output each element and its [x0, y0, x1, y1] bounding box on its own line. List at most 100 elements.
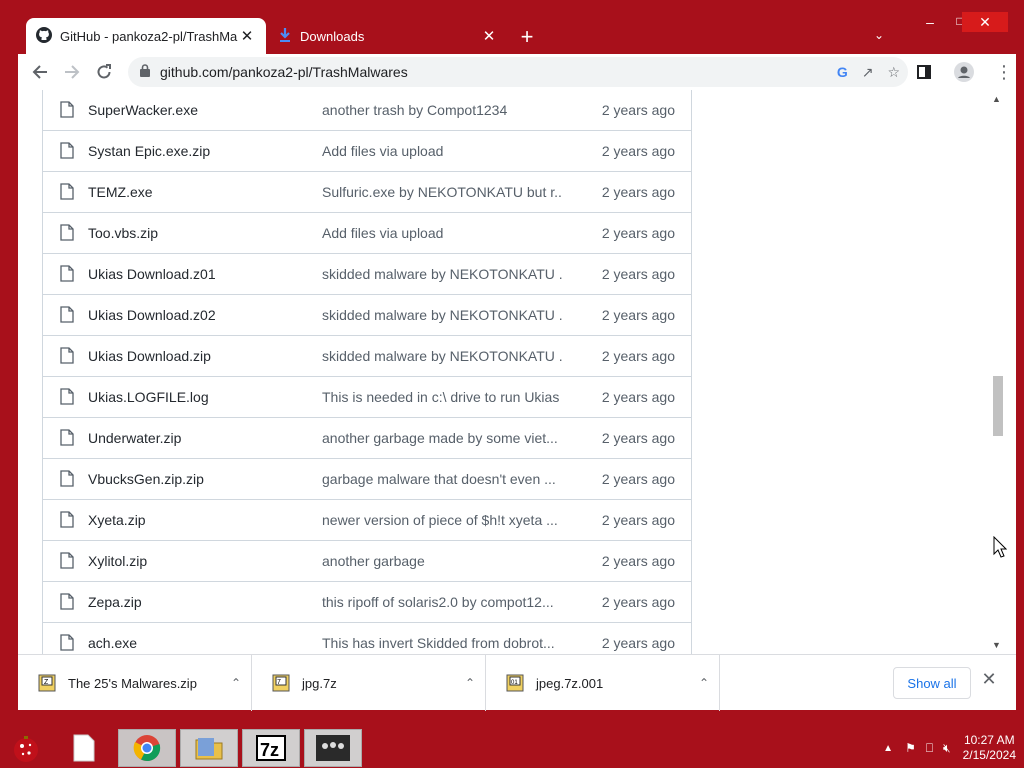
taskbar: 7z ▲ ⚑ ⎕ 🔇︎ 10:27 AM 2/15/2024: [0, 728, 1024, 768]
file-icon: [60, 347, 76, 365]
file-row[interactable]: Systan Epic.exe.zip Add files via upload 2…: [43, 130, 691, 171]
tab-search-icon[interactable]: ⌄: [874, 28, 884, 42]
tab-close-icon[interactable]: ✕: [238, 27, 256, 45]
scroll-up-icon[interactable]: ▲: [992, 94, 1001, 104]
file-name-link[interactable]: SuperWacker.exe: [88, 102, 322, 118]
commit-message-link[interactable]: garbage malware that doesn't even ...: [322, 471, 562, 487]
file-name-link[interactable]: ach.exe: [88, 635, 322, 651]
file-row[interactable]: VbucksGen.zip.zip garbage malware that do…: [43, 458, 691, 499]
download-item[interactable]: 7 jpg.7z ⌃: [252, 655, 486, 711]
commit-age: 2 years ago: [601, 430, 675, 446]
side-panel-icon[interactable]: [908, 56, 940, 88]
file-row[interactable]: Ukias Download.z02 skidded malware by NEK…: [43, 294, 691, 335]
commit-message-link[interactable]: This has invert Skidded from dobrot...: [322, 635, 562, 651]
commit-message-link[interactable]: this ripoff of solaris2.0 by compot12...: [322, 594, 562, 610]
file-icon: [60, 470, 76, 488]
new-tab-button[interactable]: +: [514, 24, 540, 50]
commit-age: 2 years ago: [601, 348, 675, 364]
commit-message-link[interactable]: Add files via upload: [322, 225, 562, 241]
file-row[interactable]: Ukias Download.zip skidded malware by NEK…: [43, 335, 691, 376]
address-bar[interactable]: github.com/pankoza2-pl/TrashMalwares G ↗…: [128, 57, 908, 87]
tab-downloads[interactable]: Downloads ✕: [268, 18, 508, 54]
file-name-link[interactable]: VbucksGen.zip.zip: [88, 471, 322, 487]
7zip-taskbar-icon[interactable]: 7z: [242, 729, 300, 767]
commit-message-link[interactable]: Add files via upload: [322, 143, 562, 159]
tab-github[interactable]: GitHub - pankoza2-pl/TrashMalwares ✕: [26, 18, 266, 54]
network-icon[interactable]: ⎕: [926, 741, 933, 756]
folder-taskbar-icon[interactable]: [180, 729, 238, 767]
download-item[interactable]: Z The 25's Malwares.zip ⌃: [18, 655, 252, 711]
commit-message-link[interactable]: This is needed in c:\ drive to run Ukias: [322, 389, 562, 405]
file-row[interactable]: Too.vbs.zip Add files via upload 2 years a…: [43, 212, 691, 253]
forward-icon[interactable]: [56, 56, 88, 88]
file-icon: [60, 306, 76, 324]
commit-age: 2 years ago: [601, 102, 675, 118]
file-name-link[interactable]: Too.vbs.zip: [88, 225, 322, 241]
file-row[interactable]: Xylitol.zip another garbage 2 years ago: [43, 540, 691, 581]
profile-avatar-icon[interactable]: [948, 56, 980, 88]
commit-age: 2 years ago: [601, 512, 675, 528]
tab-close-icon[interactable]: ✕: [480, 27, 498, 45]
file-icon[interactable]: [66, 729, 102, 767]
file-name-link[interactable]: Ukias.LOGFILE.log: [88, 389, 322, 405]
commit-message-link[interactable]: another garbage: [322, 553, 562, 569]
file-row[interactable]: ach.exe This has invert Skidded from dobr…: [43, 622, 691, 654]
file-row[interactable]: Xyeta.zip newer version of piece of $h!t …: [43, 499, 691, 540]
tray-expand-icon[interactable]: ▲: [883, 743, 893, 754]
clock[interactable]: 10:27 AM 2/15/2024: [963, 733, 1016, 763]
file-row[interactable]: TEMZ.exe Sulfuric.exe by NEKOTONKATU but …: [43, 171, 691, 212]
file-name-link[interactable]: Ukias Download.z01: [88, 266, 322, 282]
bookmark-star-icon[interactable]: ☆: [887, 64, 900, 81]
scrollbar-thumb[interactable]: [993, 376, 1003, 436]
file-row[interactable]: Zepa.zip this ripoff of solaris2.0 by com…: [43, 581, 691, 622]
file-name-link[interactable]: Underwater.zip: [88, 430, 322, 446]
file-row[interactable]: Ukias Download.z01 skidded malware by NEK…: [43, 253, 691, 294]
commit-message-link[interactable]: newer version of piece of $h!t xyeta ...: [322, 512, 562, 528]
reload-icon[interactable]: [88, 56, 120, 88]
file-row[interactable]: SuperWacker.exe another trash by Compot12…: [43, 90, 691, 130]
commit-message-link[interactable]: Sulfuric.exe by NEKOTONKATU but r...: [322, 184, 562, 200]
share-icon[interactable]: ↗: [862, 64, 874, 81]
chevron-up-icon[interactable]: ⌃: [689, 676, 719, 690]
file-row[interactable]: Underwater.zip another garbage made by so…: [43, 417, 691, 458]
chevron-up-icon[interactable]: ⌃: [221, 676, 251, 690]
scroll-down-icon[interactable]: ▼: [992, 640, 1001, 650]
file-name-link[interactable]: Xyeta.zip: [88, 512, 322, 528]
commit-message-link[interactable]: another trash by Compot1234: [322, 102, 562, 118]
file-icon: [60, 101, 76, 119]
download-item[interactable]: 01 jpeg.7z.001 ⌃: [486, 655, 720, 711]
chevron-up-icon[interactable]: ⌃: [455, 676, 485, 690]
file-name-link[interactable]: Zepa.zip: [88, 594, 322, 610]
commit-message-link[interactable]: another garbage made by some viet...: [322, 430, 562, 446]
file-row[interactable]: Ukias.LOGFILE.log This is needed in c:\ d…: [43, 376, 691, 417]
minimize-icon[interactable]: –: [918, 14, 942, 34]
action-center-flag-icon[interactable]: ⚑: [905, 741, 916, 755]
file-name-link[interactable]: Xylitol.zip: [88, 553, 322, 569]
file-name-link[interactable]: Systan Epic.exe.zip: [88, 143, 322, 159]
google-icon[interactable]: G: [837, 64, 848, 80]
menu-kebab-icon[interactable]: ⋮: [988, 56, 1020, 88]
close-download-bar-icon[interactable]: ✕: [978, 669, 1000, 695]
commit-age: 2 years ago: [601, 143, 675, 159]
volume-muted-icon[interactable]: 🔇︎: [943, 741, 951, 756]
commit-message-link[interactable]: skidded malware by NEKOTONKATU ...: [322, 266, 562, 282]
commit-age: 2 years ago: [601, 184, 675, 200]
file-name-link[interactable]: TEMZ.exe: [88, 184, 322, 200]
back-icon[interactable]: [24, 56, 56, 88]
file-name-link[interactable]: Ukias Download.zip: [88, 348, 322, 364]
url-text: github.com/pankoza2-pl/TrashMalwares: [160, 64, 408, 80]
tab-strip: GitHub - pankoza2-pl/TrashMalwares ✕ Dow…: [18, 10, 1016, 54]
clock-date: 2/15/2024: [962, 748, 1016, 762]
show-all-button[interactable]: Show all: [893, 667, 971, 699]
commit-message-link[interactable]: skidded malware by NEKOTONKATU ...: [322, 307, 562, 323]
start-button-icon[interactable]: [8, 729, 44, 767]
window-close-button[interactable]: ✕: [962, 12, 1008, 32]
page-content: SuperWacker.exe another trash by Compot12…: [18, 90, 1016, 654]
commit-age: 2 years ago: [601, 307, 675, 323]
image-viewer-taskbar-icon[interactable]: [304, 729, 362, 767]
download-icon: [278, 27, 292, 46]
commit-message-link[interactable]: skidded malware by NEKOTONKATU ...: [322, 348, 562, 364]
chrome-taskbar-icon[interactable]: [118, 729, 176, 767]
file-name-link[interactable]: Ukias Download.z02: [88, 307, 322, 323]
scrollbar[interactable]: ▲ ▼: [988, 90, 1006, 654]
